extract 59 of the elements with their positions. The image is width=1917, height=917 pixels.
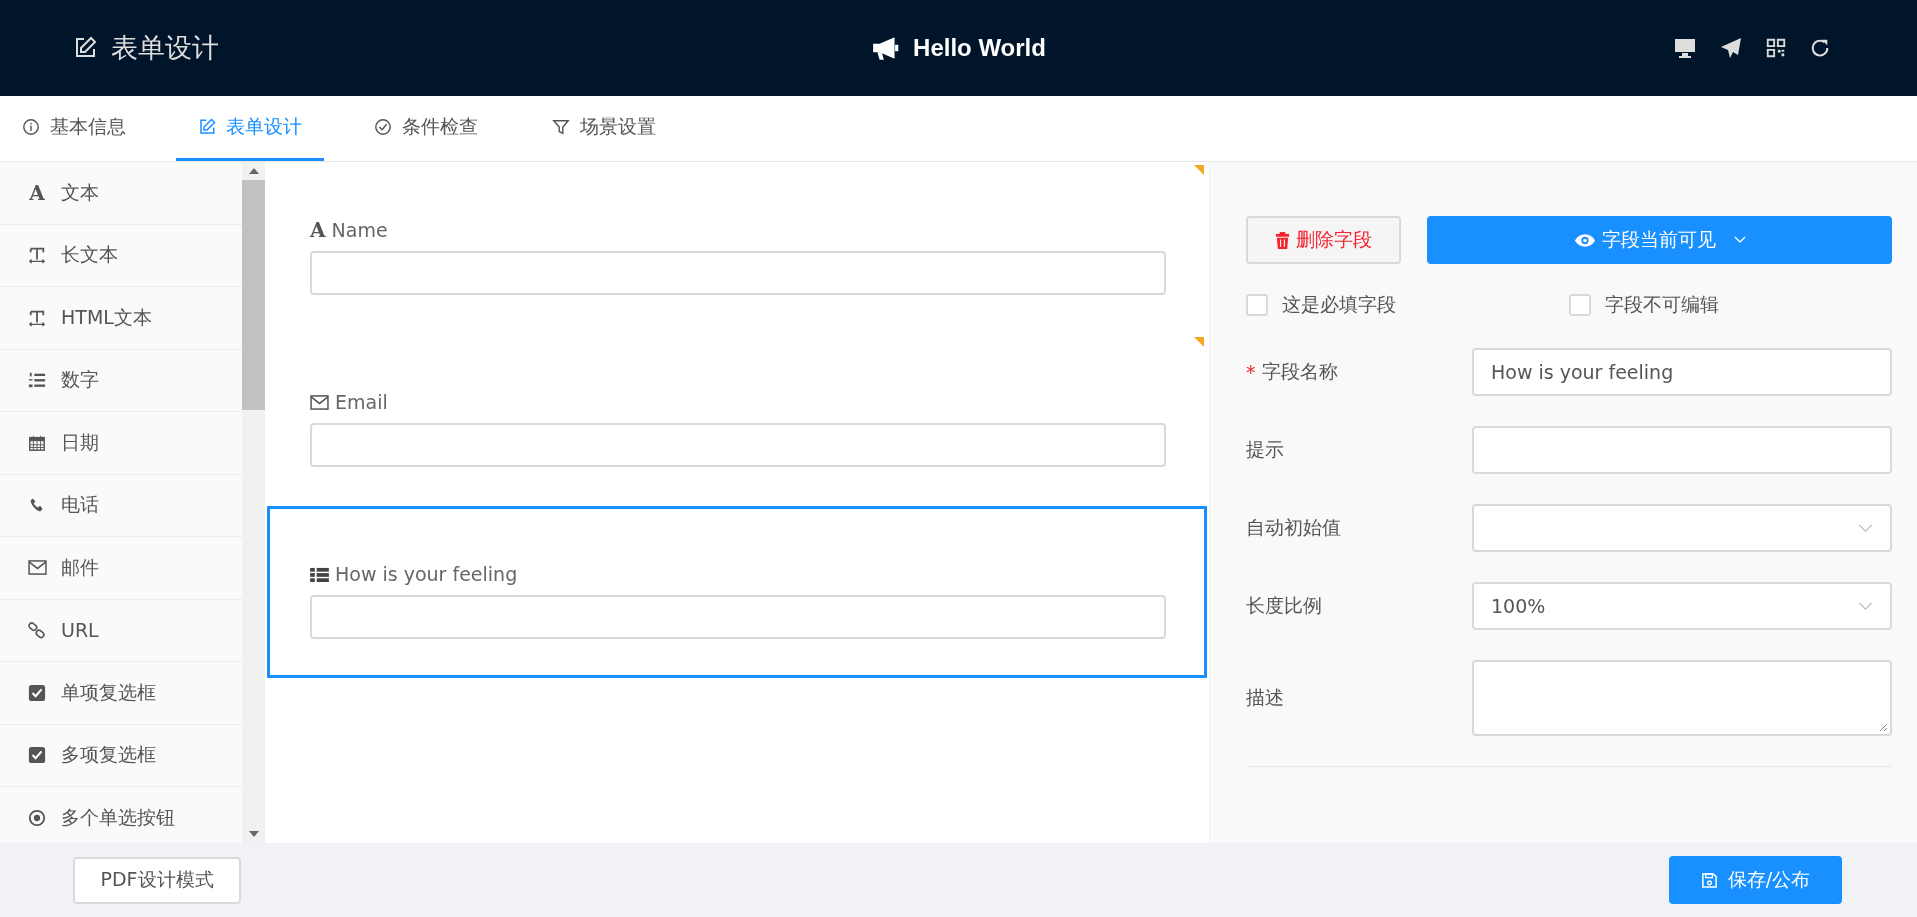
- pdf-design-mode-button[interactable]: PDF设计模式: [73, 856, 241, 904]
- scroll-down-icon[interactable]: [248, 831, 259, 837]
- chevron-down-icon: [1858, 601, 1873, 611]
- input-field[interactable]: How is your feeling: [1472, 348, 1892, 396]
- required-mark: *: [1246, 361, 1256, 383]
- calendar-icon: [28, 433, 46, 452]
- scroll-up-icon[interactable]: [248, 168, 259, 174]
- input-field[interactable]: [1472, 426, 1892, 474]
- input-field[interactable]: [310, 595, 1166, 639]
- paper-plane-icon[interactable]: [1719, 36, 1743, 60]
- check-circle-icon: [374, 118, 392, 136]
- checkbox-icon: [28, 746, 46, 765]
- input-field[interactable]: [310, 251, 1166, 295]
- field-label: How is your feeling: [335, 563, 518, 585]
- tab[interactable]: 条件检查: [372, 96, 480, 161]
- field-label: 提示: [1246, 437, 1284, 462]
- field-label: Email: [335, 391, 388, 413]
- info-icon: [22, 118, 40, 136]
- font-icon: A: [29, 182, 45, 203]
- tab[interactable]: 基本信息: [20, 96, 128, 161]
- chevron-down-icon: [1733, 236, 1746, 244]
- edit-icon: [73, 36, 97, 60]
- font-icon: A: [310, 220, 326, 240]
- list-icon: [310, 566, 329, 582]
- form-field-card[interactable]: A Name: [267, 162, 1207, 334]
- form-name: Hello World: [913, 34, 1046, 62]
- trash-icon: [1275, 231, 1290, 249]
- field-label: Name: [331, 219, 388, 241]
- delete-field-button[interactable]: 删除字段: [1246, 216, 1401, 264]
- phone-icon: [29, 497, 45, 514]
- field-label: 字段名称: [1261, 359, 1338, 384]
- text-height-icon: [28, 246, 46, 265]
- select-field[interactable]: [1472, 504, 1892, 552]
- envelope-icon: [310, 394, 329, 410]
- checkbox[interactable]: 字段不可编辑: [1569, 292, 1892, 318]
- numbered-list-icon: [28, 371, 46, 390]
- form-field-card[interactable]: Email: [267, 334, 1207, 506]
- monitor-icon[interactable]: [1673, 36, 1697, 60]
- eye-icon: [1573, 232, 1596, 248]
- checkbox[interactable]: 这是必填字段: [1246, 292, 1569, 318]
- scrollbar[interactable]: [242, 162, 265, 843]
- link-icon: [28, 621, 46, 640]
- field-label: 自动初始值: [1246, 515, 1341, 540]
- edit-icon: [198, 118, 216, 136]
- radio-button-icon: [28, 808, 46, 827]
- select-field[interactable]: 100%: [1472, 582, 1892, 630]
- text-height-icon: [28, 308, 46, 327]
- form-field-card[interactable]: How is your feeling: [267, 506, 1207, 678]
- tab[interactable]: 场景设置: [550, 96, 658, 161]
- input-field[interactable]: [310, 423, 1166, 467]
- resize-grip-icon[interactable]: [1878, 722, 1888, 732]
- envelope-icon: [27, 560, 47, 576]
- chevron-down-icon: [1858, 523, 1873, 533]
- filter-icon: [552, 118, 570, 136]
- field-label: 长度比例: [1246, 593, 1322, 618]
- qr-code-icon[interactable]: [1765, 36, 1787, 60]
- field-label: 描述: [1246, 685, 1284, 710]
- checkbox-icon: [28, 683, 46, 702]
- page-title: 表单设计: [111, 31, 219, 65]
